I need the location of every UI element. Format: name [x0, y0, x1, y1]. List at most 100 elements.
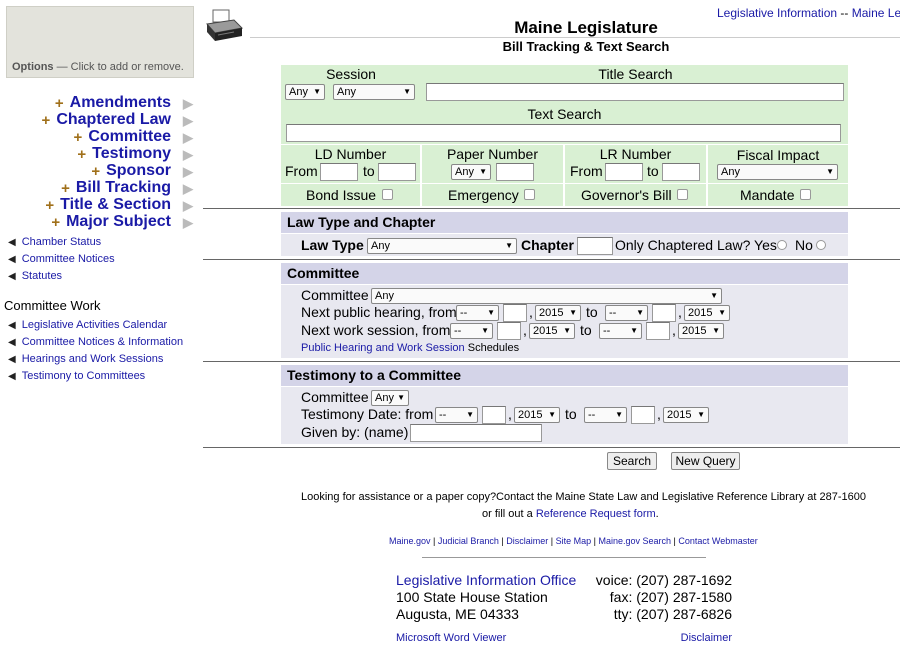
nav-amendments[interactable]: + Amendments ▶ — [55, 94, 193, 112]
bond-issue-checkbox[interactable] — [382, 189, 393, 200]
nav-hearings-work-sessions[interactable]: ◀ Hearings and Work Sessions — [8, 353, 163, 365]
nav-major-subject[interactable]: + Major Subject ▶ — [51, 213, 193, 231]
left-arrow-icon: ◀ — [8, 371, 16, 382]
printer-icon[interactable] — [204, 8, 244, 48]
hearing-from-month-select[interactable]: -- — [456, 305, 499, 321]
options-panel[interactable]: Options — Click to add or remove. — [6, 6, 194, 78]
emergency-checkbox[interactable] — [524, 189, 535, 200]
testimony-from-month-select[interactable]: -- — [435, 407, 478, 423]
nav-link[interactable]: Statutes — [22, 270, 62, 282]
work-from-month-select[interactable]: -- — [450, 323, 493, 339]
options-text[interactable]: Options — Click to add or remove. — [12, 61, 184, 73]
lr-to-input[interactable] — [662, 163, 700, 181]
work-to-day-input[interactable] — [646, 322, 670, 340]
nav-link[interactable]: Testimony to Committees — [22, 370, 145, 382]
testimony-to-day-input[interactable] — [631, 406, 655, 424]
chaptered-no-radio[interactable] — [816, 240, 826, 250]
nav-link[interactable]: Committee Notices — [22, 253, 115, 265]
comma: , — [678, 304, 682, 320]
nav-link[interactable]: Chamber Status — [22, 236, 101, 248]
reference-request-link[interactable]: Reference Request form — [536, 508, 656, 520]
nav-link[interactable]: Legislative Activities Calendar — [22, 319, 168, 331]
chapter-input[interactable] — [577, 237, 613, 255]
disclaimer-link[interactable]: Disclaimer — [506, 536, 548, 546]
nav-link[interactable]: Testimony — [92, 145, 171, 163]
to-label: to — [586, 304, 598, 320]
hearing-from-day-input[interactable] — [503, 304, 527, 322]
nav-chaptered-law[interactable]: + Chaptered Law ▶ — [42, 111, 193, 129]
nav-testimony[interactable]: + Testimony ▶ — [77, 145, 193, 163]
session-label: Session — [326, 66, 376, 82]
hearing-to-year-select[interactable]: 2015 — [684, 305, 730, 321]
maine-gov-search-link[interactable]: Maine.gov Search — [598, 536, 671, 546]
judicial-branch-link[interactable]: Judicial Branch — [438, 536, 499, 546]
nav-testimony-committees[interactable]: ◀ Testimony to Committees — [8, 370, 145, 382]
testimony-to-month-select[interactable]: -- — [584, 407, 627, 423]
session-select-1[interactable]: Any — [285, 84, 325, 100]
session-select-2[interactable]: Any — [333, 84, 415, 100]
nav-title-section[interactable]: + Title & Section ▶ — [45, 196, 193, 214]
work-from-year-select[interactable]: 2015 — [529, 323, 575, 339]
search-button[interactable]: Search — [607, 452, 657, 470]
chaptered-yes-radio[interactable] — [777, 240, 787, 250]
committee-select[interactable]: Any — [371, 288, 722, 304]
ld-from-input[interactable] — [320, 163, 358, 181]
hearing-from-year-select[interactable]: 2015 — [535, 305, 581, 321]
testimony-committee-select[interactable]: Any — [371, 390, 409, 406]
site-map-link[interactable]: Site Map — [556, 536, 592, 546]
governors-bill-checkbox[interactable] — [677, 189, 688, 200]
law-type-heading: Law Type and Chapter — [287, 214, 436, 230]
mandate-checkbox[interactable] — [800, 189, 811, 200]
public-hearing-label: Next public hearing, from — [301, 304, 457, 320]
footer-disclaimer-link[interactable]: Disclaimer — [681, 632, 732, 644]
schedules-link[interactable]: Public Hearing and Work Session — [301, 342, 465, 354]
nav-statutes[interactable]: ◀ Statutes — [8, 270, 62, 282]
nav-link[interactable]: Sponsor — [106, 162, 171, 180]
maine-gov-link[interactable]: Maine.gov — [389, 536, 431, 546]
testimony-from-year-select[interactable]: 2015 — [514, 407, 560, 423]
nav-link[interactable]: Chaptered Law — [56, 111, 171, 129]
ld-to-input[interactable] — [378, 163, 416, 181]
legislative-information-link[interactable]: Legislative Information — [717, 6, 837, 20]
new-query-button[interactable]: New Query — [671, 452, 740, 470]
work-session-label: Next work session, from — [301, 322, 451, 338]
work-to-month-select[interactable]: -- — [599, 323, 642, 339]
nav-link[interactable]: Amendments — [70, 94, 171, 112]
testimony-to-year-select[interactable]: 2015 — [663, 407, 709, 423]
nav-link[interactable]: Hearings and Work Sessions — [22, 353, 164, 365]
legislative-office-link[interactable]: Legislative Information Office — [396, 572, 576, 588]
law-type-select[interactable]: Any — [367, 238, 517, 254]
contact-webmaster-link[interactable]: Contact Webmaster — [678, 536, 757, 546]
fiscal-impact-select[interactable]: Any — [717, 164, 838, 180]
nav-link[interactable]: Bill Tracking — [76, 179, 171, 197]
nav-link[interactable]: Major Subject — [66, 213, 171, 231]
given-by-input[interactable] — [410, 424, 542, 442]
paper-number-input[interactable] — [496, 163, 534, 181]
title-search-input[interactable] — [426, 83, 844, 101]
work-from-day-input[interactable] — [497, 322, 521, 340]
nav-link[interactable]: Committee — [88, 128, 171, 146]
nav-chamber-status[interactable]: ◀ Chamber Status — [8, 236, 101, 248]
nav-committee[interactable]: + Committee ▶ — [74, 128, 193, 146]
word-viewer-link[interactable]: Microsoft Word Viewer — [396, 632, 506, 644]
nav-committee-notices-info[interactable]: ◀ Committee Notices & Information — [8, 336, 183, 348]
schedules-line: Public Hearing and Work Session Schedule… — [301, 342, 519, 354]
comma: , — [529, 304, 533, 320]
hearing-to-month-select[interactable]: -- — [605, 305, 648, 321]
hearing-to-day-input[interactable] — [652, 304, 676, 322]
nav-activities-calendar[interactable]: ◀ Legislative Activities Calendar — [8, 319, 167, 331]
testimony-from-day-input[interactable] — [482, 406, 506, 424]
work-to-year-select[interactable]: 2015 — [678, 323, 724, 339]
law-type-section-header: Law Type and Chapter — [281, 212, 848, 233]
nav-bill-tracking[interactable]: + Bill Tracking ▶ — [61, 179, 193, 197]
emergency-label: Emergency — [448, 187, 519, 203]
nav-sponsor[interactable]: + Sponsor ▶ — [91, 162, 193, 180]
nav-link[interactable]: Committee Notices & Information — [22, 336, 183, 348]
nav-link[interactable]: Title & Section — [60, 196, 171, 214]
lr-from-input[interactable] — [605, 163, 643, 181]
nav-committee-notices[interactable]: ◀ Committee Notices — [8, 253, 115, 265]
maine-legislature-link[interactable]: Maine Legisl — [852, 6, 900, 20]
text-search-input[interactable] — [286, 124, 841, 142]
paper-type-select[interactable]: Any — [451, 164, 491, 180]
chaptered-no-label: No — [795, 237, 813, 253]
